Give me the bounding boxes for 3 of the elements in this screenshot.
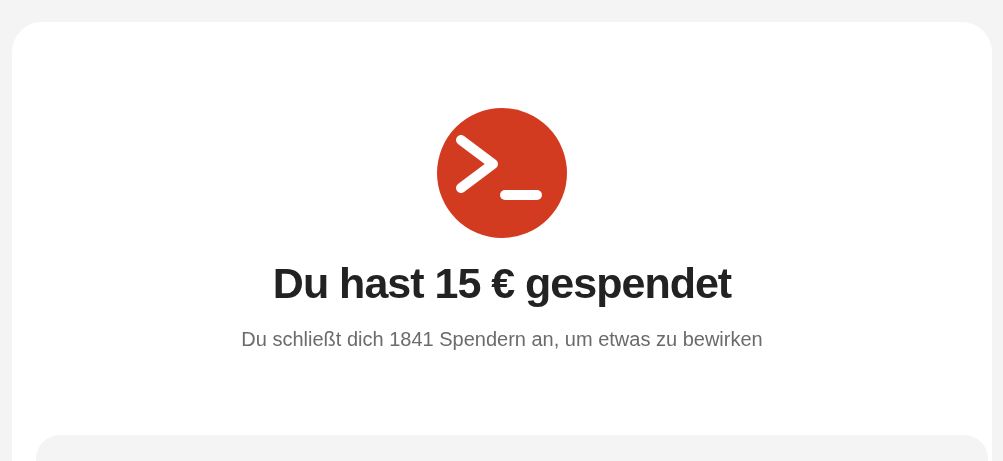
donation-title: Du hast 15 € gespendet	[272, 258, 732, 309]
terminal-logo-icon	[437, 108, 567, 238]
donation-subtitle: Du schließt dich 1841 Spendern an, um etwas zu bewirken	[241, 326, 763, 352]
